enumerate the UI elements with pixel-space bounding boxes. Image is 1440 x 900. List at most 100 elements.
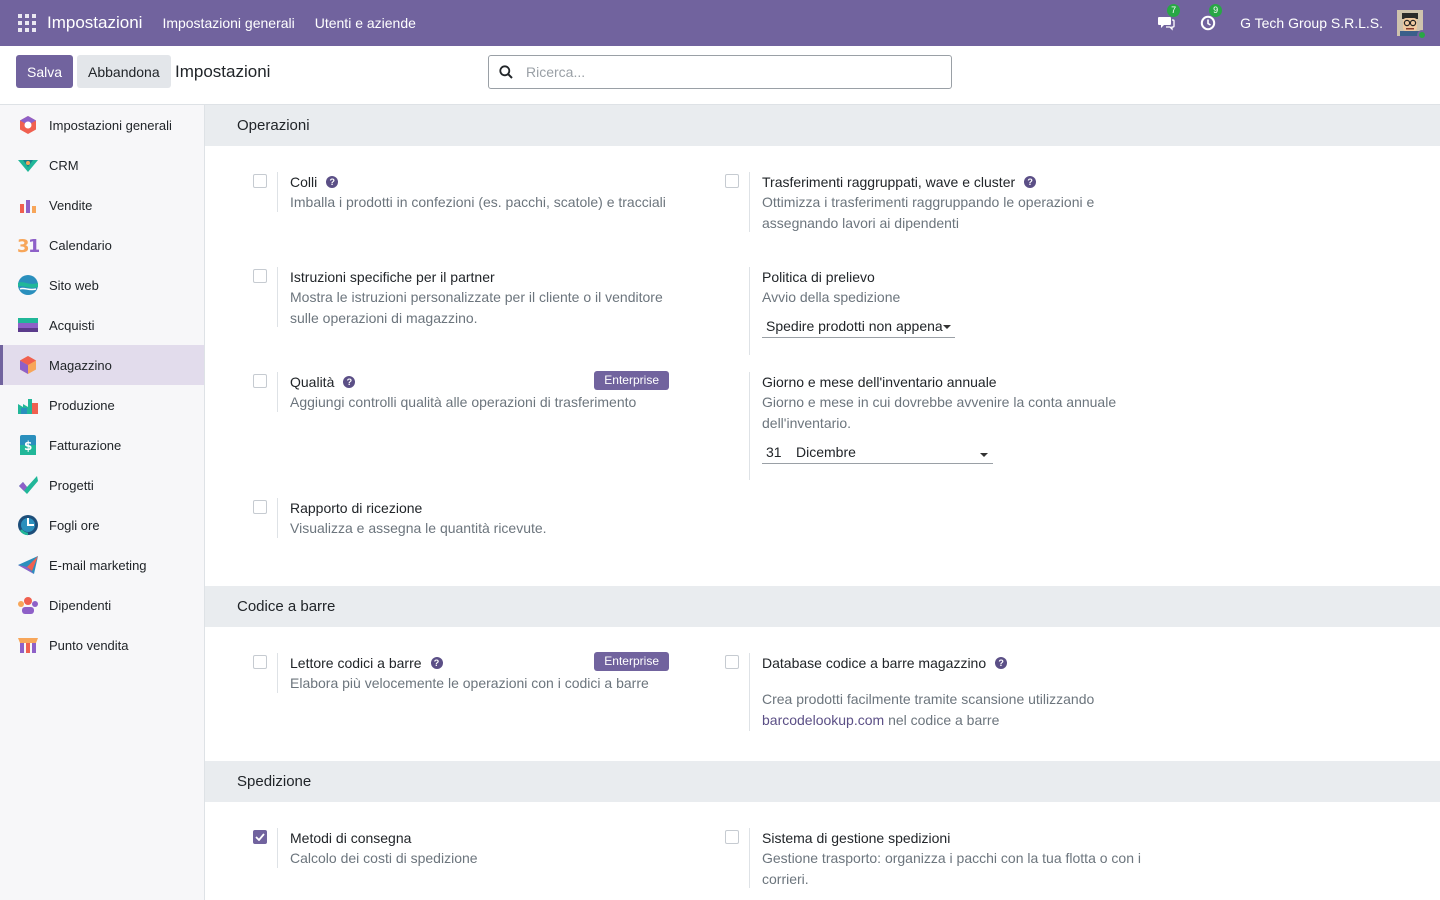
sidebar-item-website[interactable]: Sito web: [0, 265, 204, 305]
divider: [749, 267, 750, 355]
inventory-month-value: Dicembre: [796, 444, 856, 460]
control-panel: Salva Abbandona Impostazioni: [0, 46, 1440, 105]
inventory-date-fields: 31 Dicembre: [762, 442, 993, 464]
partner-instructions-checkbox[interactable]: [253, 269, 267, 283]
reception-report-label: Rapporto di ricezione: [290, 500, 423, 516]
messages-button[interactable]: 7: [1156, 4, 1181, 33]
inventory-day-input[interactable]: 31: [762, 442, 796, 464]
help-icon[interactable]: ?: [343, 376, 356, 388]
discard-button[interactable]: Abbandona: [77, 55, 171, 88]
divider: [749, 372, 750, 480]
search-icon: [499, 65, 513, 79]
setting-barcode-database: Database codice a barre magazzino? Crea …: [725, 653, 1155, 731]
sidebar-item-employees[interactable]: Dipendenti: [0, 585, 204, 625]
sidebar-item-manufacturing[interactable]: Produzione: [0, 385, 204, 425]
sidebar-item-purchase[interactable]: Acquisti: [0, 305, 204, 345]
sidebar-item-general-settings[interactable]: Impostazioni generali: [0, 105, 204, 145]
packages-checkbox[interactable]: [253, 174, 267, 188]
divider: [749, 828, 750, 888]
wave-transfers-checkbox[interactable]: [725, 174, 739, 188]
help-icon[interactable]: ?: [1024, 176, 1037, 188]
divider: [277, 653, 278, 693]
inventory-date-label: Giorno e mese dell'inventario annuale: [762, 374, 997, 390]
menu-general-settings[interactable]: Impostazioni generali: [162, 15, 294, 31]
help-icon[interactable]: ?: [995, 657, 1008, 669]
crm-icon: [17, 154, 39, 176]
setting-delivery-methods: Metodi di consegna Calcolo dei costi di …: [253, 828, 683, 868]
svg-text:$: $: [24, 439, 32, 453]
sidebar-item-label: Calendario: [49, 237, 112, 253]
picking-policy-description: Avvio della spedizione: [762, 289, 901, 305]
app-title[interactable]: Impostazioni: [47, 13, 142, 33]
setting-packages: Colli? Imballa i prodotti in confezioni …: [253, 172, 683, 232]
sales-icon: [17, 194, 39, 216]
setting-reception-report: Rapporto di ricezione Visualizza e asseg…: [253, 498, 683, 538]
save-button[interactable]: Salva: [16, 55, 74, 88]
sidebar-item-sales[interactable]: Vendite: [0, 185, 204, 225]
sidebar-item-inventory[interactable]: Magazzino: [0, 345, 204, 385]
delivery-methods-description: Calcolo dei costi di spedizione: [290, 850, 478, 866]
search-box[interactable]: [488, 55, 952, 89]
setting-quality: Qualità? Aggiungi controlli qualità alle…: [253, 371, 669, 412]
divider: [749, 172, 750, 232]
pos-icon: [17, 634, 39, 656]
calendar-icon: 31: [17, 234, 39, 256]
activities-count-badge: 9: [1209, 4, 1223, 17]
sidebar-item-label: E-mail marketing: [49, 557, 147, 573]
sidebar-item-label: Fatturazione: [49, 437, 122, 453]
divider: [277, 267, 278, 327]
wave-transfers-description: Ottimizza i trasferimenti raggruppando l…: [762, 194, 1095, 231]
inventory-date-description: Giorno e mese in cui dovrebbe avvenire l…: [762, 394, 1117, 431]
barcode-scanner-checkbox[interactable]: [253, 655, 267, 669]
delivery-methods-label: Metodi di consegna: [290, 830, 412, 846]
sidebar-item-label: Sito web: [49, 277, 99, 293]
barcodelookup-link[interactable]: barcodelookup.com: [762, 712, 884, 728]
reception-report-checkbox[interactable]: [253, 500, 267, 514]
barcode-database-text-end: nel codice a barre: [884, 712, 1000, 728]
setting-dispatch-management: Sistema di gestione spedizioni Gestione …: [725, 828, 1155, 888]
menu-users-companies[interactable]: Utenti e aziende: [315, 15, 416, 31]
sidebar-item-timesheet[interactable]: Fogli ore: [0, 505, 204, 545]
activities-button[interactable]: 9: [1198, 4, 1223, 33]
sidebar-item-label: Impostazioni generali: [49, 117, 172, 133]
invoicing-icon: $: [17, 434, 39, 456]
svg-text:1: 1: [28, 236, 39, 255]
delivery-methods-checkbox[interactable]: [253, 830, 267, 844]
barcode-database-label: Database codice a barre magazzino: [762, 655, 987, 671]
inventory-month-select[interactable]: Dicembre: [796, 442, 993, 464]
enterprise-badge[interactable]: Enterprise: [594, 652, 669, 671]
barcode-database-checkbox[interactable]: [725, 655, 739, 669]
top-navbar: Impostazioni Impostazioni generali Utent…: [0, 0, 1440, 46]
sidebar-item-label: Dipendenti: [49, 597, 112, 613]
page-title: Impostazioni: [175, 62, 271, 81]
packages-description: Imballa i prodotti in confezioni (es. pa…: [290, 194, 666, 210]
partner-instructions-label: Istruzioni specifiche per il partner: [290, 269, 495, 285]
barcode-scanner-label: Lettore codici a barre: [290, 655, 422, 671]
section-header-shipping: Spedizione: [205, 761, 1440, 802]
company-switcher[interactable]: G Tech Group S.R.L.S.: [1240, 15, 1383, 31]
sidebar-item-calendar[interactable]: 31 Calendario: [0, 225, 204, 265]
help-icon[interactable]: ?: [326, 176, 339, 188]
sidebar-item-pos[interactable]: Punto vendita: [0, 625, 204, 665]
setting-picking-policy: Politica di prelievo Avvio della spedizi…: [725, 267, 1155, 355]
quality-description: Aggiungi controlli qualità alle operazio…: [290, 394, 637, 410]
sidebar-item-label: CRM: [49, 157, 79, 173]
wave-transfers-label: Trasferimenti raggruppati, wave e cluste…: [762, 174, 1016, 190]
quality-checkbox[interactable]: [253, 374, 267, 388]
help-icon[interactable]: ?: [430, 657, 443, 669]
dispatch-management-checkbox[interactable]: [725, 830, 739, 844]
sidebar-item-project[interactable]: Progetti: [0, 465, 204, 505]
user-avatar[interactable]: [1397, 10, 1427, 40]
sidebar-item-crm[interactable]: CRM: [0, 145, 204, 185]
enterprise-badge[interactable]: Enterprise: [594, 371, 669, 390]
sidebar-item-invoicing[interactable]: $ Fatturazione: [0, 425, 204, 465]
reception-report-description: Visualizza e assegna le quantità ricevut…: [290, 520, 547, 536]
barcode-database-description: Crea prodotti facilmente tramite scansio…: [762, 689, 1127, 731]
sidebar-item-email-marketing[interactable]: E-mail marketing: [0, 545, 204, 585]
picking-policy-select[interactable]: Spedire prodotti non appena: [762, 316, 955, 338]
divider: [277, 828, 278, 868]
apps-menu-icon[interactable]: [18, 14, 36, 32]
picking-policy-label: Politica di prelievo: [762, 269, 875, 285]
search-input[interactable]: [526, 64, 926, 80]
sidebar-item-label: Acquisti: [49, 317, 95, 333]
